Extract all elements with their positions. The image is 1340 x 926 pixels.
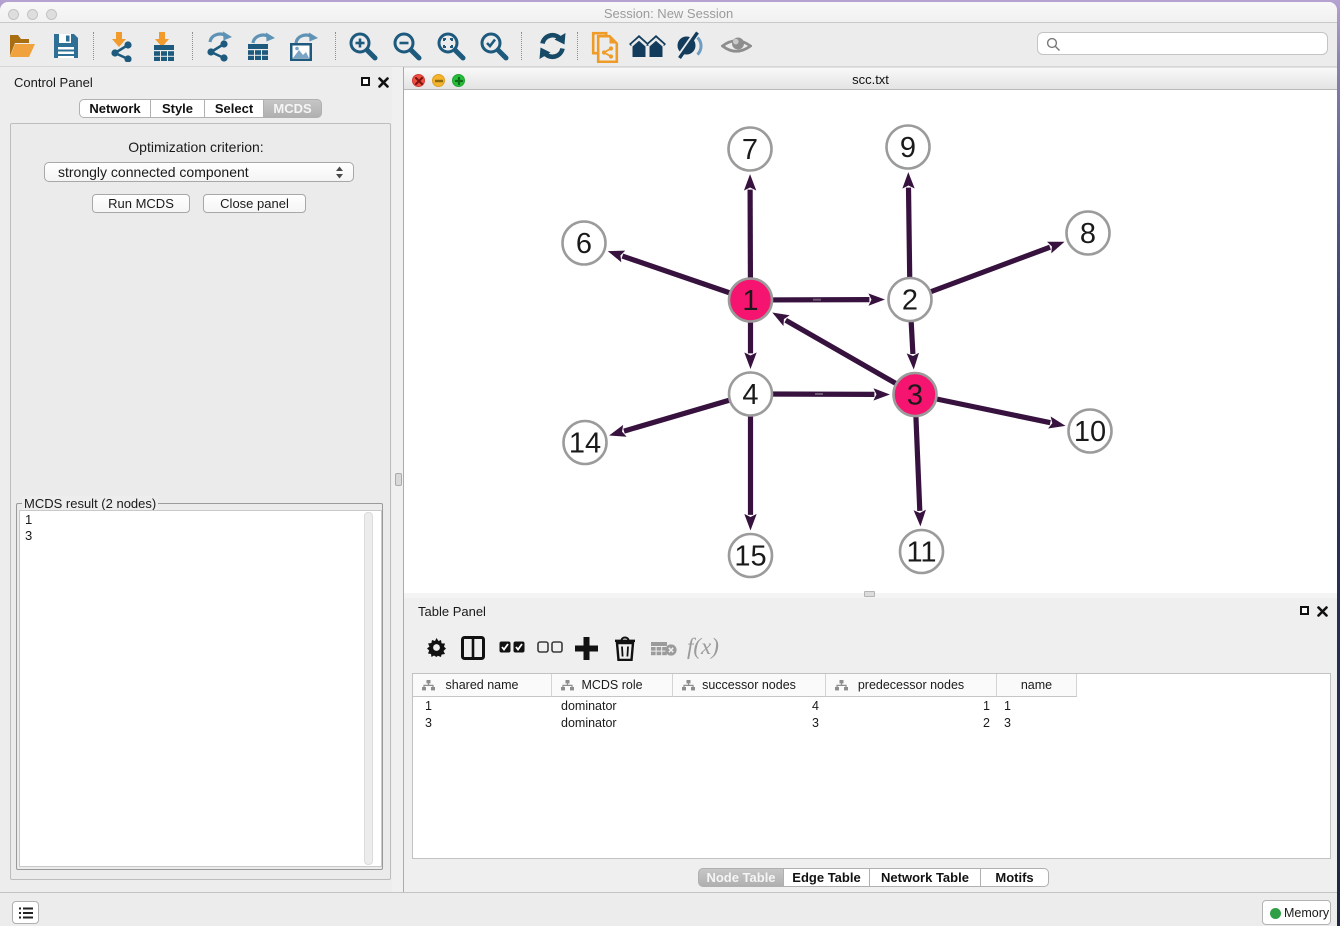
svg-text:7: 7 [742,134,758,166]
svg-text:3: 3 [907,380,923,412]
svg-text:1: 1 [742,285,758,317]
svg-text:6: 6 [576,228,592,260]
svg-text:15: 15 [734,541,766,573]
svg-text:2: 2 [902,285,918,317]
svg-text:14: 14 [569,428,601,460]
svg-text:8: 8 [1080,218,1096,250]
svg-text:10: 10 [1074,416,1106,448]
svg-text:11: 11 [906,537,936,569]
svg-text:9: 9 [900,132,916,164]
svg-text:4: 4 [742,379,758,411]
